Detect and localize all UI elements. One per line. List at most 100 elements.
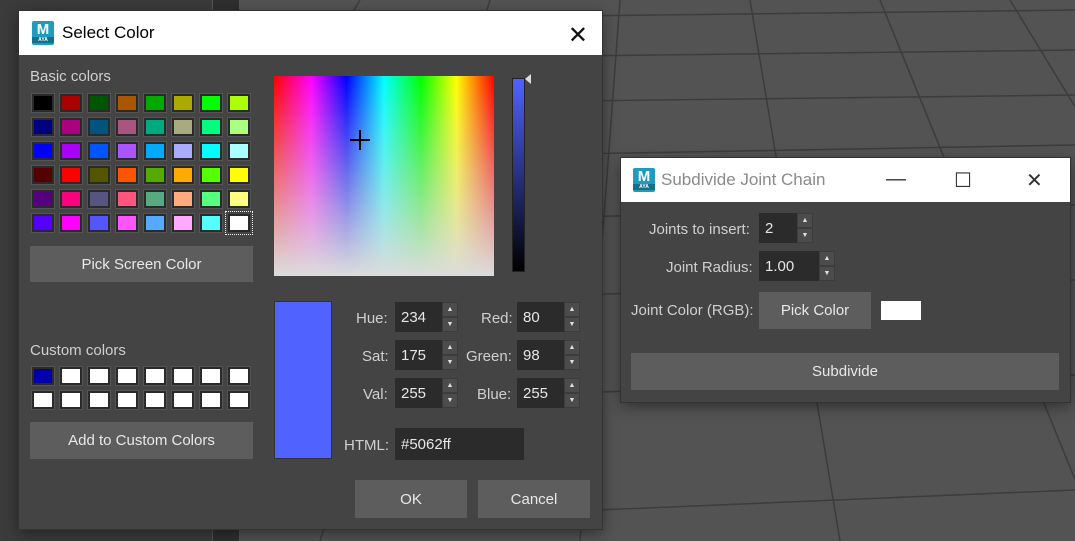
pick-color-button[interactable]: Pick Color bbox=[759, 292, 871, 329]
red-spinbox[interactable]: ▲▼ bbox=[517, 302, 580, 332]
basic-color-swatch[interactable] bbox=[225, 211, 253, 235]
custom-color-swatch[interactable] bbox=[171, 390, 195, 410]
cancel-button[interactable]: Cancel bbox=[478, 480, 590, 518]
spin-down-icon[interactable]: ▼ bbox=[798, 229, 812, 242]
custom-color-swatch[interactable] bbox=[227, 390, 251, 410]
basic-color-swatch[interactable] bbox=[171, 165, 195, 185]
basic-color-swatch[interactable] bbox=[171, 213, 195, 233]
dialog-titlebar[interactable]: M AYA Select Color ✕ bbox=[19, 11, 602, 55]
basic-color-swatch[interactable] bbox=[171, 189, 195, 209]
spin-up-icon[interactable]: ▲ bbox=[443, 379, 457, 392]
ok-button[interactable]: OK bbox=[355, 480, 467, 518]
basic-color-swatch[interactable] bbox=[31, 93, 55, 113]
hue-saturation-picker[interactable] bbox=[274, 76, 494, 276]
basic-color-swatch[interactable] bbox=[59, 141, 83, 161]
basic-color-swatch[interactable] bbox=[143, 141, 167, 161]
basic-color-swatch[interactable] bbox=[31, 189, 55, 209]
spin-down-icon[interactable]: ▼ bbox=[565, 394, 579, 407]
basic-color-swatch[interactable] bbox=[115, 165, 139, 185]
custom-color-swatch[interactable] bbox=[143, 366, 167, 386]
value-slider[interactable] bbox=[512, 78, 525, 272]
green-spinbox[interactable]: ▲▼ bbox=[517, 340, 580, 370]
basic-color-swatch[interactable] bbox=[199, 141, 223, 161]
basic-color-swatch[interactable] bbox=[199, 117, 223, 137]
spin-down-icon[interactable]: ▼ bbox=[443, 356, 457, 369]
basic-color-swatch[interactable] bbox=[171, 93, 195, 113]
basic-color-swatch[interactable] bbox=[227, 189, 251, 209]
custom-color-swatch[interactable] bbox=[171, 366, 195, 386]
spin-down-icon[interactable]: ▼ bbox=[565, 356, 579, 369]
basic-color-swatch[interactable] bbox=[227, 165, 251, 185]
basic-color-swatch[interactable] bbox=[87, 117, 111, 137]
custom-color-swatch[interactable] bbox=[115, 366, 139, 386]
custom-color-swatch[interactable] bbox=[31, 366, 55, 386]
spin-down-icon[interactable]: ▼ bbox=[443, 318, 457, 331]
spin-up-icon[interactable]: ▲ bbox=[798, 214, 812, 227]
joints-spinbox[interactable]: ▲▼ bbox=[759, 213, 813, 243]
blue-spinbox[interactable]: ▲▼ bbox=[517, 378, 580, 408]
spin-up-icon[interactable]: ▲ bbox=[565, 341, 579, 354]
radius-input[interactable] bbox=[759, 251, 819, 281]
basic-color-swatch[interactable] bbox=[199, 189, 223, 209]
basic-color-swatch[interactable] bbox=[171, 141, 195, 161]
basic-color-swatch[interactable] bbox=[59, 117, 83, 137]
basic-color-swatch[interactable] bbox=[115, 117, 139, 137]
basic-color-swatch[interactable] bbox=[171, 117, 195, 137]
basic-color-swatch[interactable] bbox=[31, 213, 55, 233]
html-hex-input[interactable] bbox=[395, 428, 524, 460]
basic-color-swatch[interactable] bbox=[199, 93, 223, 113]
basic-color-swatch[interactable] bbox=[87, 93, 111, 113]
basic-color-swatch[interactable] bbox=[87, 213, 111, 233]
close-icon[interactable]: ✕ bbox=[568, 21, 588, 50]
spin-down-icon[interactable]: ▼ bbox=[443, 394, 457, 407]
basic-color-swatch[interactable] bbox=[143, 165, 167, 185]
window-titlebar[interactable]: M AYA Subdivide Joint Chain — ☐ ✕ bbox=[621, 158, 1070, 202]
basic-color-swatch[interactable] bbox=[115, 189, 139, 209]
basic-color-swatch[interactable] bbox=[115, 213, 139, 233]
value-slider-marker-icon[interactable] bbox=[525, 74, 531, 84]
spin-up-icon[interactable]: ▲ bbox=[820, 252, 834, 265]
basic-color-swatch[interactable] bbox=[87, 141, 111, 161]
blue-input[interactable] bbox=[517, 378, 564, 408]
spin-up-icon[interactable]: ▲ bbox=[565, 379, 579, 392]
basic-color-swatch[interactable] bbox=[31, 117, 55, 137]
basic-color-swatch[interactable] bbox=[59, 93, 83, 113]
basic-color-swatch[interactable] bbox=[143, 213, 167, 233]
sat-spinbox[interactable]: ▲▼ bbox=[395, 340, 458, 370]
joints-input[interactable] bbox=[759, 213, 797, 243]
val-input[interactable] bbox=[395, 378, 442, 408]
custom-color-swatch[interactable] bbox=[143, 390, 167, 410]
basic-color-swatch[interactable] bbox=[143, 117, 167, 137]
basic-color-swatch[interactable] bbox=[227, 117, 251, 137]
custom-color-swatch[interactable] bbox=[199, 366, 223, 386]
val-spinbox[interactable]: ▲▼ bbox=[395, 378, 458, 408]
sat-input[interactable] bbox=[395, 340, 442, 370]
spin-down-icon[interactable]: ▼ bbox=[565, 318, 579, 331]
basic-color-swatch[interactable] bbox=[143, 93, 167, 113]
custom-color-swatch[interactable] bbox=[59, 366, 83, 386]
custom-color-swatch[interactable] bbox=[227, 366, 251, 386]
crosshair-icon[interactable] bbox=[350, 130, 370, 150]
spin-up-icon[interactable]: ▲ bbox=[443, 341, 457, 354]
basic-color-swatch[interactable] bbox=[59, 189, 83, 209]
basic-color-swatch[interactable] bbox=[31, 141, 55, 161]
spin-up-icon[interactable]: ▲ bbox=[443, 303, 457, 316]
basic-color-swatch[interactable] bbox=[115, 93, 139, 113]
pick-screen-color-button[interactable]: Pick Screen Color bbox=[30, 246, 253, 282]
basic-color-swatch[interactable] bbox=[115, 141, 139, 161]
custom-color-swatch[interactable] bbox=[115, 390, 139, 410]
basic-color-swatch[interactable] bbox=[143, 189, 167, 209]
basic-color-swatch[interactable] bbox=[87, 165, 111, 185]
custom-color-swatch[interactable] bbox=[59, 390, 83, 410]
add-to-custom-colors-button[interactable]: Add to Custom Colors bbox=[30, 422, 253, 459]
basic-color-swatch[interactable] bbox=[199, 213, 223, 233]
spin-down-icon[interactable]: ▼ bbox=[820, 267, 834, 280]
hue-spinbox[interactable]: ▲▼ bbox=[395, 302, 458, 332]
basic-color-swatch[interactable] bbox=[227, 141, 251, 161]
custom-color-swatch[interactable] bbox=[199, 390, 223, 410]
radius-spinbox[interactable]: ▲▼ bbox=[759, 251, 835, 281]
custom-color-swatch[interactable] bbox=[31, 390, 55, 410]
custom-color-swatch[interactable] bbox=[87, 366, 111, 386]
green-input[interactable] bbox=[517, 340, 564, 370]
basic-color-swatch[interactable] bbox=[87, 189, 111, 209]
